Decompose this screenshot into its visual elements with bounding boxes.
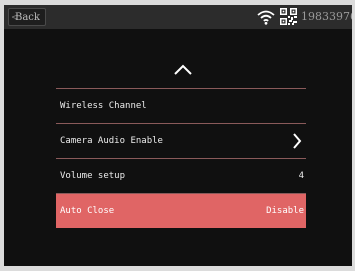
menu-item-camera-audio-enable[interactable]: Camera Audio Enable (56, 124, 306, 158)
menu-item-value: 4 (298, 171, 304, 181)
menu-item-label: Camera Audio Enable (60, 136, 163, 146)
qr-code-icon[interactable] (280, 8, 297, 25)
menu-item-label: Volume setup (60, 171, 126, 181)
menu-item-auto-close[interactable]: Auto Close Disable (56, 194, 306, 228)
device-id: 1983397686 (301, 10, 352, 23)
camera-settings-screen: <Back 1983397686 (4, 5, 352, 266)
chevron-right-icon (293, 133, 302, 149)
menu-item-volume-setup[interactable]: Volume setup 4 (56, 159, 306, 193)
settings-menu: Wireless Channel Camera Audio Enable Vol… (56, 88, 306, 228)
menu-item-label: Auto Close (60, 206, 115, 216)
top-bar: <Back 1983397686 (4, 5, 352, 29)
back-label: Back (15, 12, 40, 23)
wifi-icon (257, 10, 275, 25)
chevron-up-icon[interactable] (171, 63, 195, 77)
menu-item-wireless-channel[interactable]: Wireless Channel (56, 89, 306, 123)
menu-item-label: Wireless Channel (60, 101, 147, 111)
back-button[interactable]: <Back (8, 8, 46, 26)
menu-item-value: Disable (266, 206, 304, 216)
